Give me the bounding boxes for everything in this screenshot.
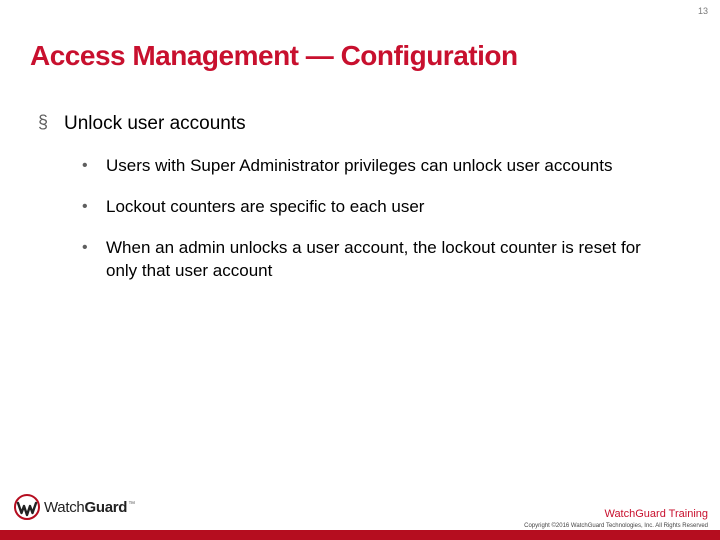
bullet-level2: • Users with Super Administrator privile… bbox=[82, 155, 680, 178]
bullet-level1-text: Unlock user accounts bbox=[64, 112, 246, 137]
watchguard-logo-icon bbox=[14, 494, 40, 520]
bullet-glyph-dot-icon: • bbox=[82, 237, 92, 259]
footer: WatchGuard™ WatchGuard Training Copyrigh… bbox=[0, 494, 720, 540]
page-number: 13 bbox=[698, 6, 708, 16]
training-label: WatchGuard Training bbox=[604, 508, 708, 520]
brand-first: Watch bbox=[44, 499, 84, 516]
bullet-level2: • Lockout counters are specific to each … bbox=[82, 196, 680, 219]
bullet-glyph-dot-icon: • bbox=[82, 196, 92, 218]
bullet-glyph-dot-icon: • bbox=[82, 155, 92, 177]
footer-top-row: WatchGuard™ WatchGuard Training bbox=[0, 494, 720, 522]
slide: 13 Access Management — Configuration § U… bbox=[0, 0, 720, 540]
copyright-row: Copyright ©2016 WatchGuard Technologies,… bbox=[0, 522, 720, 530]
bullet-glyph-section-icon: § bbox=[38, 112, 48, 134]
bullet-level1: § Unlock user accounts bbox=[38, 112, 680, 137]
brand-name: WatchGuard™ bbox=[44, 499, 135, 516]
footer-accent-bar bbox=[0, 530, 720, 540]
bullet-level2-text: Users with Super Administrator privilege… bbox=[106, 155, 612, 178]
copyright-text: Copyright ©2016 WatchGuard Technologies,… bbox=[524, 523, 708, 529]
brand-second: Guard bbox=[84, 499, 127, 516]
trademark-icon: ™ bbox=[128, 501, 135, 508]
bullet-level2-text: Lockout counters are specific to each us… bbox=[106, 196, 424, 219]
bullet-level2: • When an admin unlocks a user account, … bbox=[82, 237, 680, 283]
content-area: § Unlock user accounts • Users with Supe… bbox=[38, 112, 680, 300]
bullet-level2-text: When an admin unlocks a user account, th… bbox=[106, 237, 666, 283]
brand-logo: WatchGuard™ bbox=[14, 494, 135, 520]
slide-title: Access Management — Configuration bbox=[30, 40, 518, 72]
